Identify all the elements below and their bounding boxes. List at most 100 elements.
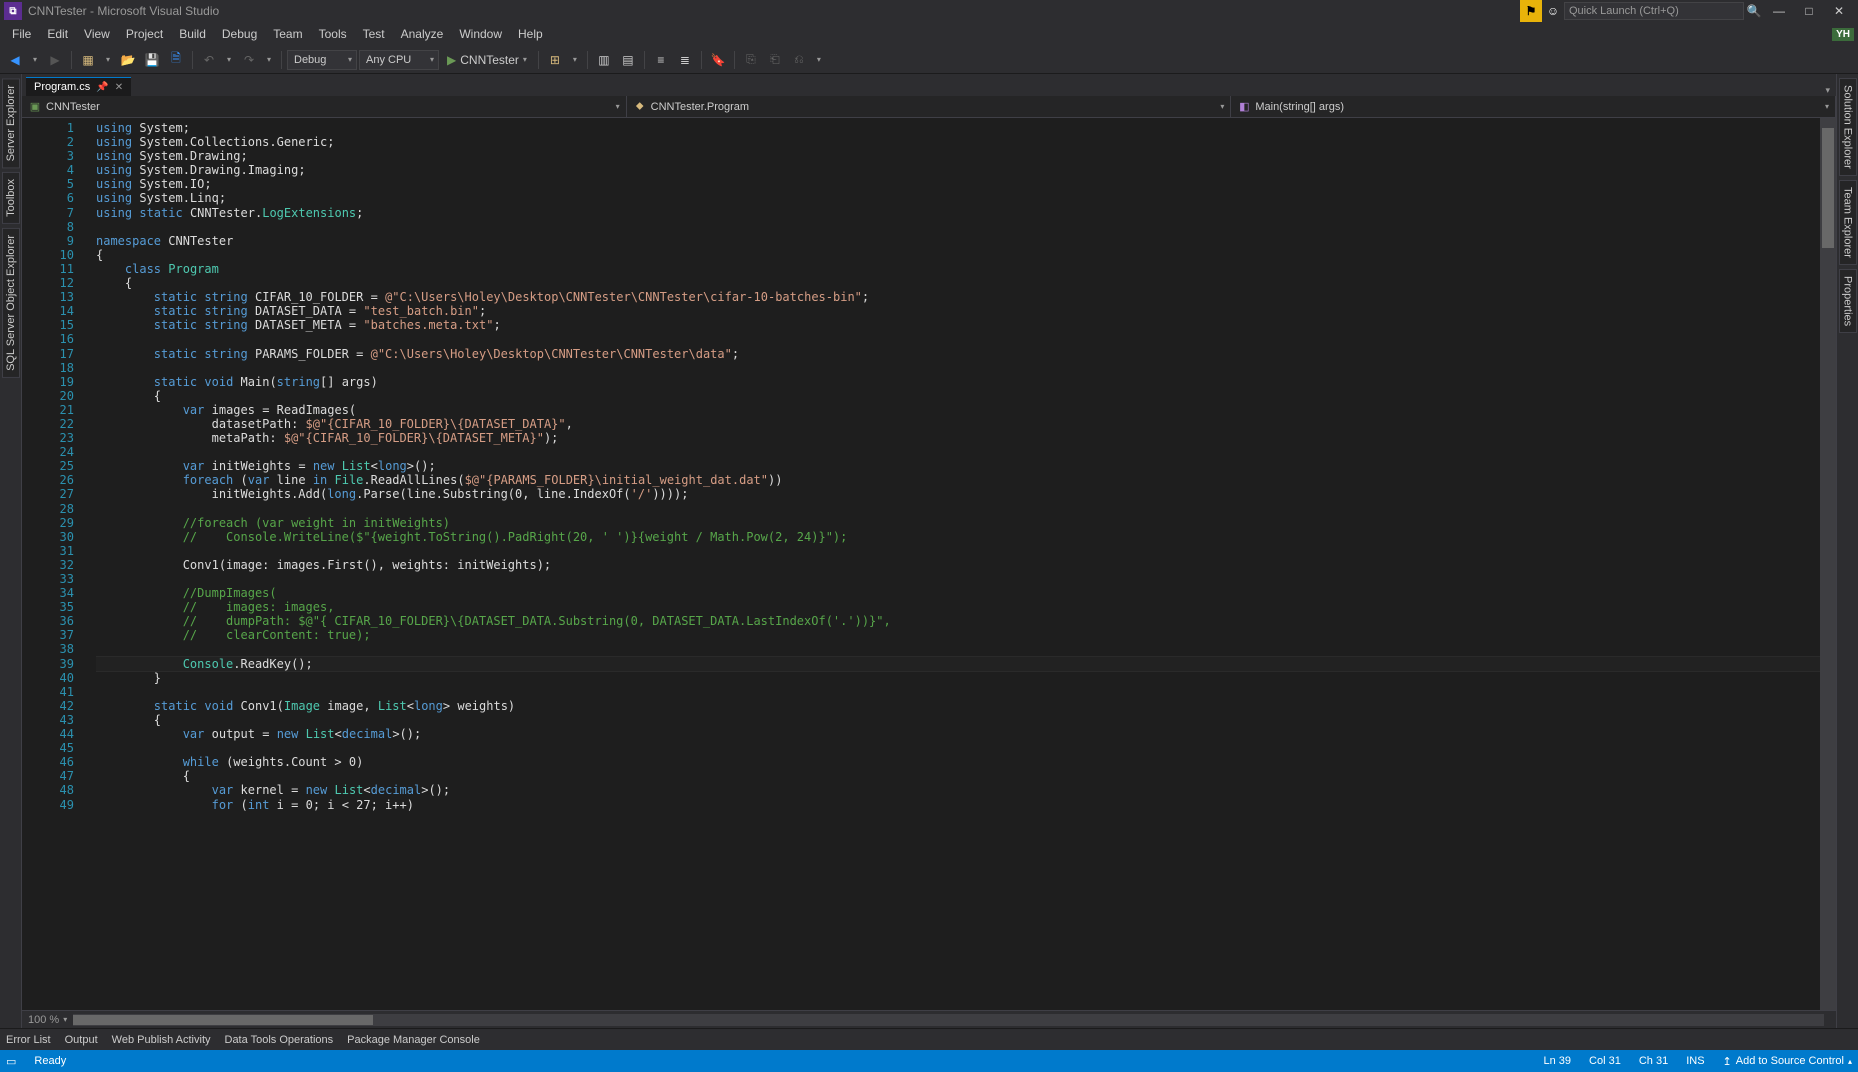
platform-combo[interactable]: Any CPU [359, 50, 439, 70]
close-tab-icon[interactable]: ✕ [115, 82, 123, 93]
new-project-button[interactable]: ▦ [77, 49, 99, 71]
new-project-dropdown[interactable]: ▾ [101, 55, 115, 64]
nav-class-label: CNNTester.Program [651, 101, 749, 113]
data-tools-operations-tab[interactable]: Data Tools Operations [225, 1034, 334, 1046]
fold-column[interactable] [82, 118, 96, 1010]
solution-explorer-tab[interactable]: Solution Explorer [1839, 78, 1857, 176]
nav-back-dropdown[interactable]: ▾ [28, 55, 42, 64]
menu-build[interactable]: Build [171, 24, 214, 44]
zoom-label: 100 % [28, 1014, 59, 1026]
menu-view[interactable]: View [76, 24, 118, 44]
sql-server-object-explorer-tab[interactable]: SQL Server Object Explorer [2, 228, 20, 378]
maximize-button[interactable]: □ [1794, 4, 1824, 18]
class-icon: ⬥ [633, 100, 647, 114]
undo-dropdown[interactable]: ▾ [222, 55, 236, 64]
code-editor[interactable]: 1234567891011121314151617181920212223242… [22, 118, 1836, 1010]
status-line: Ln 39 [1544, 1055, 1572, 1067]
horizontal-scrollbar[interactable] [73, 1014, 1824, 1026]
pin-icon[interactable]: 📌 [96, 82, 108, 93]
chevron-up-icon: ▴ [1848, 1057, 1852, 1066]
save-button[interactable]: 💾 [141, 49, 163, 71]
process-dropdown[interactable]: ▾ [568, 55, 582, 64]
close-button[interactable]: ✕ [1824, 4, 1854, 18]
status-ins: INS [1686, 1055, 1704, 1067]
nav-project-label: CNNTester [46, 101, 100, 113]
toolbar: ◀ ▾ ▶ ▦ ▾ 📂 💾 🗎 ↶ ▾ ↷ ▾ Debug Any CPU ▶ … [0, 46, 1858, 74]
editor-column: Program.cs 📌 ✕ ▾ ▣ CNNTester ⬥ CNNTester… [22, 74, 1836, 1028]
menu-help[interactable]: Help [510, 24, 551, 44]
menu-edit[interactable]: Edit [39, 24, 76, 44]
vs-logo-icon: ⧉ [4, 2, 22, 20]
server-explorer-tab[interactable]: Server Explorer [2, 78, 20, 168]
csharp-project-icon: ▣ [28, 100, 42, 114]
tb-icon-2[interactable]: ▤ [617, 49, 639, 71]
nav-project-combo[interactable]: ▣ CNNTester [22, 96, 627, 118]
code-area[interactable]: using System;using System.Collections.Ge… [96, 118, 1820, 1010]
document-tab-program[interactable]: Program.cs 📌 ✕ [26, 77, 131, 96]
open-file-button[interactable]: 📂 [117, 49, 139, 71]
menu-tools[interactable]: Tools [311, 24, 355, 44]
tb-icon-7[interactable]: ⎌ [788, 49, 810, 71]
menu-debug[interactable]: Debug [214, 24, 265, 44]
menu-project[interactable]: Project [118, 24, 171, 44]
redo-dropdown[interactable]: ▾ [262, 55, 276, 64]
status-app-icon: ▭ [6, 1055, 16, 1068]
right-sidebar: Solution Explorer Team Explorer Properti… [1836, 74, 1858, 1028]
output-tab[interactable]: Output [65, 1034, 98, 1046]
tb-icon-5[interactable]: ⎘ [740, 49, 762, 71]
editor-footer: 100 % [22, 1010, 1836, 1028]
bookmark-button[interactable]: 🔖 [707, 49, 729, 71]
tb-icon-6[interactable]: ⎗ [764, 49, 786, 71]
nav-forward-button[interactable]: ▶ [44, 49, 66, 71]
menu-analyze[interactable]: Analyze [393, 24, 452, 44]
save-all-button[interactable]: 🗎 [165, 49, 187, 71]
tb-overflow[interactable]: ▾ [812, 55, 826, 64]
vertical-scrollbar[interactable] [1820, 118, 1836, 1010]
notification-flag-icon[interactable]: ⚑ [1520, 0, 1542, 22]
nav-class-combo[interactable]: ⬥ CNNTester.Program [627, 96, 1232, 118]
feedback-icon[interactable]: ☺ [1542, 4, 1564, 18]
team-explorer-tab[interactable]: Team Explorer [1839, 180, 1857, 265]
start-debug-button[interactable]: ▶ CNNTester ▾ [441, 53, 533, 67]
package-manager-console-tab[interactable]: Package Manager Console [347, 1034, 480, 1046]
menu-window[interactable]: Window [451, 24, 510, 44]
process-button[interactable]: ⊞ [544, 49, 566, 71]
tab-overflow-dropdown[interactable]: ▾ [1819, 85, 1836, 96]
menu-bar: File Edit View Project Build Debug Team … [0, 22, 1858, 46]
tb-icon-4[interactable]: ≣ [674, 49, 696, 71]
source-control-label: Add to Source Control [1736, 1055, 1844, 1067]
tb-icon-3[interactable]: ≡ [650, 49, 672, 71]
quick-launch-input[interactable]: Quick Launch (Ctrl+Q) [1564, 2, 1744, 20]
left-sidebar: Server Explorer Toolbox SQL Server Objec… [0, 74, 22, 1028]
status-ready: Ready [34, 1055, 66, 1067]
redo-button[interactable]: ↷ [238, 49, 260, 71]
undo-button[interactable]: ↶ [198, 49, 220, 71]
menu-file[interactable]: File [4, 24, 39, 44]
add-to-source-control[interactable]: ↥ Add to Source Control ▴ [1723, 1055, 1852, 1068]
nav-back-button[interactable]: ◀ [4, 49, 26, 71]
web-publish-activity-tab[interactable]: Web Publish Activity [112, 1034, 211, 1046]
navigation-bar: ▣ CNNTester ⬥ CNNTester.Program ◧ Main(s… [22, 96, 1836, 118]
menu-test[interactable]: Test [355, 24, 393, 44]
search-icon[interactable]: 🔍 [1744, 4, 1764, 18]
play-icon: ▶ [447, 53, 456, 67]
horizontal-scrollbar-thumb[interactable] [73, 1015, 373, 1025]
menu-team[interactable]: Team [265, 24, 310, 44]
user-badge[interactable]: YH [1832, 28, 1854, 41]
status-ch: Ch 31 [1639, 1055, 1668, 1067]
status-col: Col 31 [1589, 1055, 1621, 1067]
start-target-label: CNNTester [460, 53, 519, 67]
config-combo[interactable]: Debug [287, 50, 357, 70]
vertical-scrollbar-thumb[interactable] [1822, 128, 1834, 248]
error-list-tab[interactable]: Error List [6, 1034, 51, 1046]
minimize-button[interactable]: — [1764, 4, 1794, 18]
properties-tab[interactable]: Properties [1839, 269, 1857, 333]
main-area: Server Explorer Toolbox SQL Server Objec… [0, 74, 1858, 1028]
zoom-combo[interactable]: 100 % [28, 1014, 67, 1026]
tb-icon-1[interactable]: ▥ [593, 49, 615, 71]
toolbox-tab[interactable]: Toolbox [2, 172, 20, 224]
nav-member-combo[interactable]: ◧ Main(string[] args) [1231, 96, 1836, 118]
publish-icon: ↥ [1723, 1055, 1732, 1068]
window-title: CNNTester - Microsoft Visual Studio [28, 4, 219, 18]
line-number-gutter: 1234567891011121314151617181920212223242… [22, 118, 82, 1010]
